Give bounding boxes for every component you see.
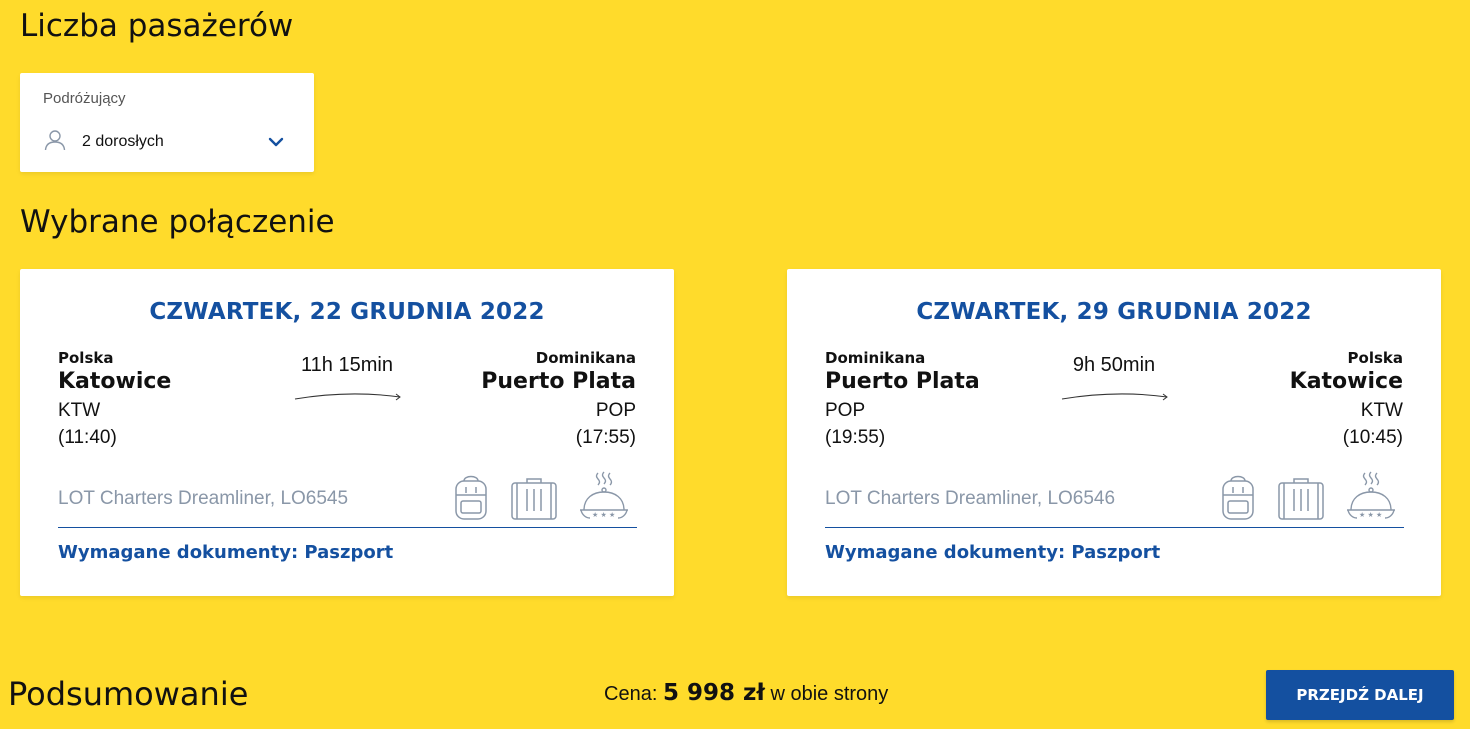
passenger-count-value: 2 dorosłych [82, 133, 164, 150]
price-amount: 5 998 zł [662, 680, 765, 706]
svg-text:★ ★ ★: ★ ★ ★ [1359, 511, 1382, 519]
next-button[interactable]: PRZEJDŹ DALEJ [1266, 670, 1454, 720]
origin-code: POP [825, 400, 866, 421]
arrival-time: (10:45) [1342, 427, 1403, 448]
card-divider [58, 527, 637, 528]
destination-code: KTW [1360, 400, 1403, 421]
route-arrow-icon [1061, 393, 1168, 401]
meal-icon: ★ ★ ★ [580, 471, 628, 519]
flight-date: CZWARTEK, 22 GRUDNIA 2022 [149, 299, 545, 325]
price-label: Cena: [604, 683, 658, 705]
price-suffix: w obie strony [770, 683, 889, 705]
flight-card-return: CZWARTEK, 29 GRUDNIA 2022 Dominikana Pue… [787, 269, 1441, 596]
price-summary: Cena: 5 998 zł w obie strony [604, 680, 888, 706]
chevron-down-icon[interactable] [268, 136, 284, 148]
luggage-icon [511, 478, 557, 520]
route-arrow-icon [294, 393, 401, 401]
required-documents-link[interactable]: Wymagane dokumenty: Paszport [825, 542, 1160, 563]
arrival-time: (17:55) [575, 427, 636, 448]
summary-section-title: Podsumowanie [8, 675, 249, 713]
destination-country: Polska [1347, 349, 1403, 367]
carrier-info: LOT Charters Dreamliner, LO6545 [58, 488, 349, 509]
svg-text:★ ★ ★: ★ ★ ★ [592, 511, 615, 519]
flight-card-outbound: CZWARTEK, 22 GRUDNIA 2022 Polska Katowic… [20, 269, 674, 596]
luggage-icon [1278, 478, 1324, 520]
card-divider [825, 527, 1404, 528]
meal-icon: ★ ★ ★ [1347, 471, 1395, 519]
carrier-info: LOT Charters Dreamliner, LO6546 [825, 488, 1116, 509]
flight-date: CZWARTEK, 29 GRUDNIA 2022 [916, 299, 1312, 325]
destination-city: Puerto Plata [481, 369, 636, 394]
passenger-selector[interactable]: Podróżujący 2 dorosłych [20, 73, 314, 172]
origin-code: KTW [58, 400, 101, 421]
destination-country: Dominikana [535, 349, 636, 367]
backpack-icon [1222, 475, 1254, 520]
destination-city: Katowice [1289, 369, 1403, 394]
departure-time: (11:40) [58, 427, 117, 448]
backpack-icon [455, 475, 487, 520]
required-documents-link[interactable]: Wymagane dokumenty: Paszport [58, 542, 393, 563]
passengers-section-title: Liczba pasażerów [20, 8, 294, 44]
passenger-selector-label: Podróżujący [43, 90, 126, 107]
user-icon [44, 130, 66, 151]
destination-block: Dominikana Puerto Plata POP (17:55) [481, 349, 636, 451]
connection-section-title: Wybrane połączenie [20, 204, 335, 240]
destination-block: Polska Katowice KTW (10:45) [1290, 349, 1403, 451]
destination-code: POP [595, 400, 636, 421]
departure-time: (19:55) [825, 427, 886, 448]
